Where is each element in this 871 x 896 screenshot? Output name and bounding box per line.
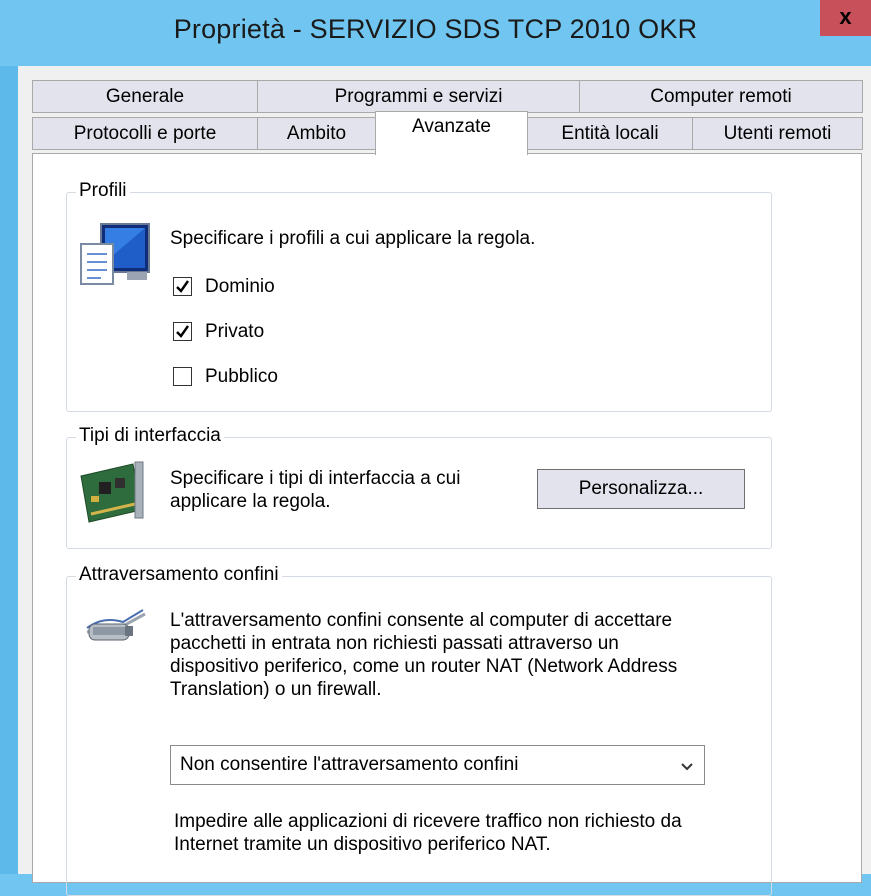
edge-traversal-select[interactable]: Non consentire l'attraversamento confini [170,745,705,785]
edge-traversal-group-title: Attraversamento confini [76,564,282,586]
tab-programmi-e-servizi[interactable]: Programmi e servizi [257,80,580,113]
edge-traversal-select-value: Non consentire l'attraversamento confini [180,754,519,775]
close-icon: x [839,4,852,29]
tab-label: Protocolli e porte [73,123,217,144]
edge-help-line2: Internet tramite un dispositivo periferi… [174,834,551,855]
personalizza-button-label: Personalizza... [578,478,704,499]
checkbox-label-privato: Privato [205,321,265,342]
title-bar[interactable]: Proprietà - SERVIZIO SDS TCP 2010 OKR x [0,0,871,66]
edge-help-line1: Impedire alle applicazioni di ricevere t… [174,811,682,832]
window-frame-left [0,0,18,874]
edge-description-line3: dispositivo periferico, come un router N… [170,656,678,677]
tab-label: Ambito [286,123,347,144]
checkbox-dominio[interactable] [173,277,192,296]
tab-ambito[interactable]: Ambito [257,117,376,150]
edge-description-line1: L'attraversamento confini consente al co… [170,610,673,631]
tab-label: Avanzate [412,116,491,137]
checkmark-icon [176,280,189,293]
dialog-client-area: Generale Programmi e servizi Computer re… [18,66,871,896]
tab-computer-remoti[interactable]: Computer remoti [579,80,863,113]
computer-profile-icon [77,222,153,293]
edge-description-line2: pacchetti in entrata non richiesti passa… [170,633,619,654]
close-button[interactable]: x [820,0,871,36]
checkbox-label-pubblico: Pubblico [205,366,278,387]
edge-description-line4: Translation) o un firewall. [170,679,382,700]
tab-protocolli-e-porte[interactable]: Protocolli e porte [32,117,258,150]
checkbox-privato[interactable] [173,322,192,341]
network-cable-icon [83,602,157,649]
profiles-group-title: Profili [76,180,130,202]
network-card-icon [77,460,151,529]
tab-label: Computer remoti [650,86,792,107]
tab-panel-avanzate: Profili Specificare i profili a cui appl… [32,153,862,896]
tab-label: Utenti remoti [723,123,832,144]
checkbox-label-dominio: Dominio [205,276,275,297]
profiles-description: Specificare i profili a cui applicare la… [170,228,536,249]
chevron-down-icon[interactable] [680,758,694,780]
tab-utenti-remoti[interactable]: Utenti remoti [692,117,863,150]
personalizza-button[interactable]: Personalizza... [537,469,745,509]
window-title: Proprietà - SERVIZIO SDS TCP 2010 OKR [173,14,698,44]
interfaces-description-line1: Specificare i tipi di interfaccia a cui [170,468,461,489]
checkmark-icon [176,325,189,338]
tab-generale[interactable]: Generale [32,80,258,113]
checkbox-pubblico[interactable] [173,367,192,386]
profiles-group [66,192,772,412]
tab-avanzate[interactable]: Avanzate [375,111,528,155]
tab-label: Generale [105,86,185,107]
tab-label: Entità locali [561,123,659,144]
interfaces-group-title: Tipi di interfaccia [76,425,224,447]
interfaces-description-line2: applicare la regola. [170,491,331,512]
tab-entita-locali[interactable]: Entità locali [527,117,693,150]
tab-label: Programmi e servizi [334,86,503,107]
